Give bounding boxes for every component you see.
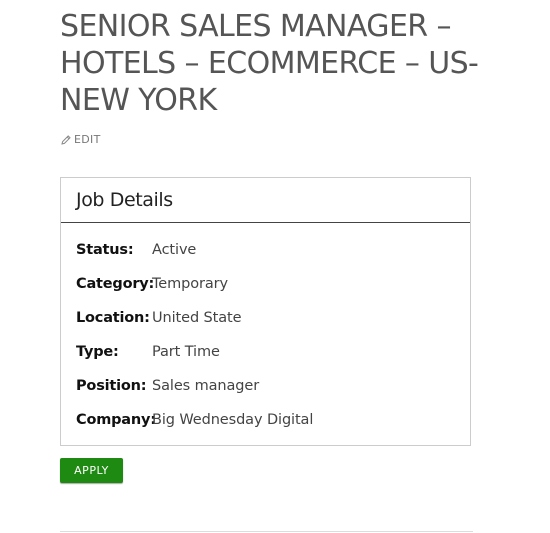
location-value: United State [152, 310, 242, 326]
detail-row-location: Location: United State [76, 308, 313, 342]
job-details-header: Job Details [61, 178, 470, 223]
detail-row-category: Category: Temporary [76, 274, 313, 308]
job-details-title: Job Details [76, 189, 173, 211]
category-value: Temporary [152, 276, 229, 292]
type-value: Part Time [152, 344, 220, 360]
company-label: Company: [76, 412, 156, 428]
divider [60, 531, 473, 532]
detail-row-position: Position: Sales manager [76, 376, 313, 410]
status-label: Status: [76, 242, 134, 258]
company-value: Big Wednesday Digital [152, 412, 314, 428]
status-value: Active [152, 242, 197, 258]
edit-link[interactable]: EDIT [60, 133, 101, 146]
type-label: Type: [76, 344, 119, 360]
apply-button[interactable]: APPLY [60, 458, 123, 483]
job-details-list: Status: Active Category: Temporary Locat… [76, 240, 313, 444]
position-label: Position: [76, 378, 147, 394]
detail-row-status: Status: Active [76, 240, 313, 274]
location-label: Location: [76, 310, 150, 326]
detail-row-type: Type: Part Time [76, 342, 313, 376]
position-value: Sales manager [152, 378, 260, 394]
pencil-icon [60, 134, 72, 146]
job-details-panel: Job Details Status: Active Category: Tem… [60, 177, 471, 446]
detail-row-company: Company: Big Wednesday Digital [76, 410, 313, 444]
page-title: SENIOR SALES MANAGER – HOTELS – ECOMMERC… [60, 9, 479, 118]
job-listing: SENIOR SALES MANAGER – HOTELS – ECOMMERC… [60, 0, 479, 532]
category-label: Category: [76, 276, 155, 292]
edit-label: EDIT [74, 133, 101, 146]
